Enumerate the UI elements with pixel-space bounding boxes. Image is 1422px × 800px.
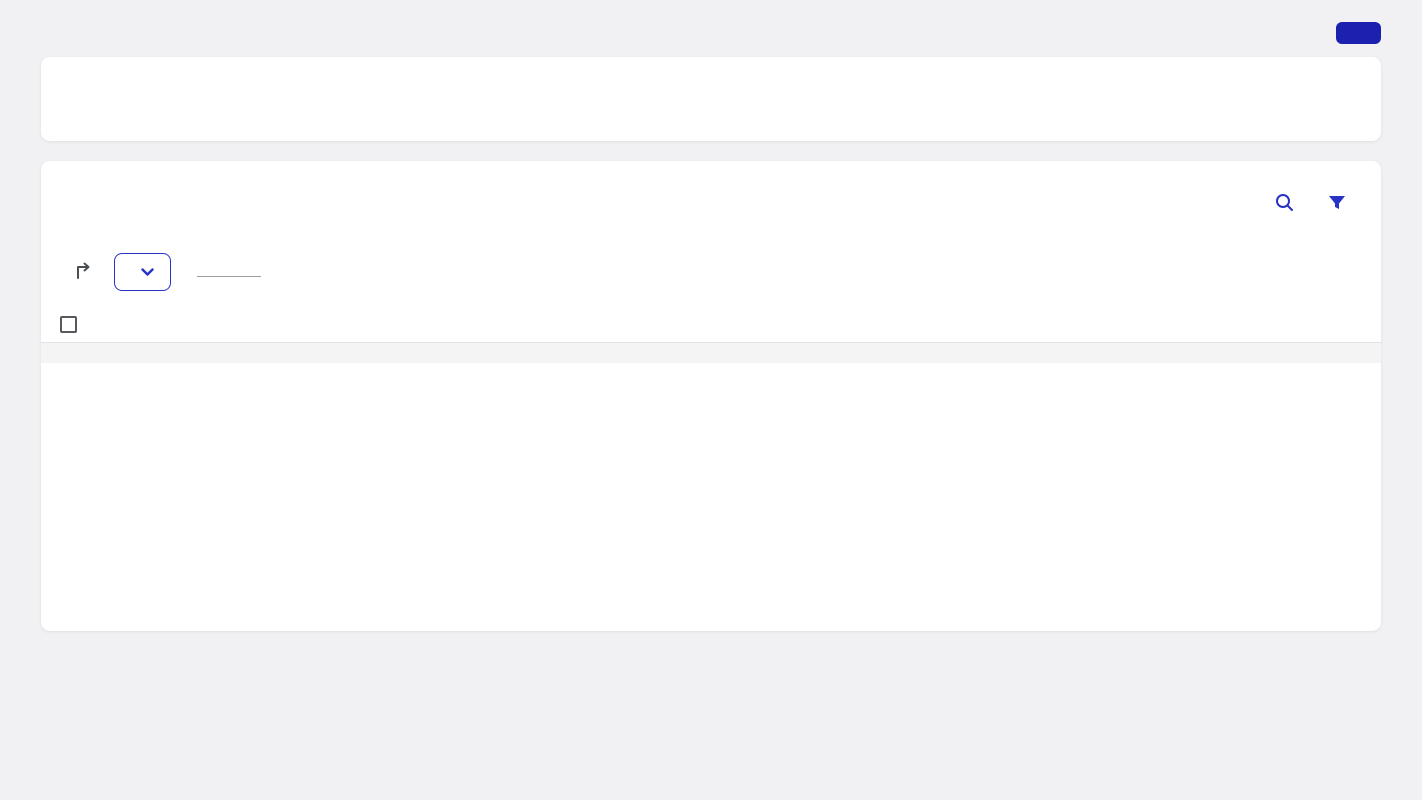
export-arrow-icon: [74, 262, 94, 284]
search-icon: [1275, 194, 1294, 215]
page-size-select[interactable]: [197, 267, 261, 277]
export-button[interactable]: [72, 259, 96, 286]
my-projects-panel: [41, 57, 1381, 141]
table-toolbar: [41, 253, 1381, 291]
projects-table: [41, 307, 1381, 363]
add-project-button[interactable]: [1336, 22, 1381, 44]
chevron-down-icon: [141, 264, 154, 280]
select-action-dropdown[interactable]: [114, 253, 171, 291]
filter-button[interactable]: [1324, 190, 1350, 219]
filter-icon: [1328, 195, 1346, 215]
next-row-partial: [41, 343, 1381, 363]
projects-panel: [41, 161, 1381, 631]
page-header: [0, 0, 1422, 44]
select-all-checkbox[interactable]: [60, 316, 77, 333]
table-header-row: [41, 307, 1381, 343]
search-button[interactable]: [1271, 189, 1298, 219]
